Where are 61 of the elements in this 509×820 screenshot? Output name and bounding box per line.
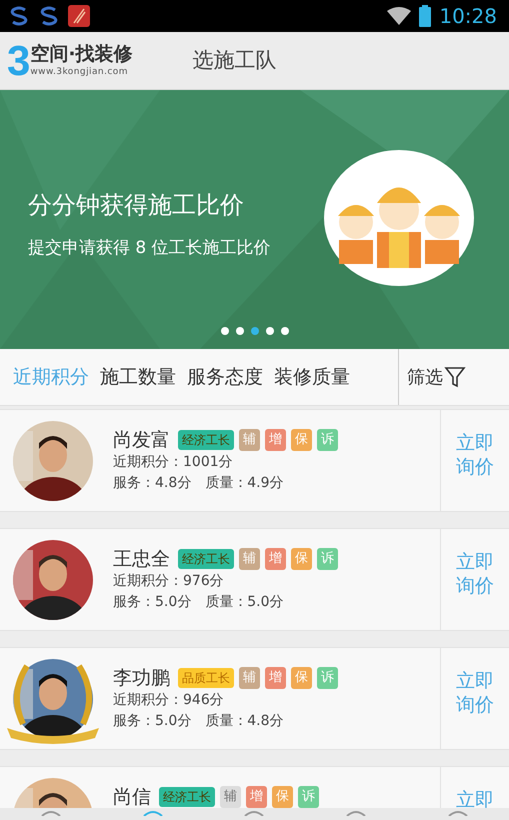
grade-badge: 品质工长 <box>178 668 234 688</box>
service-tag: 诉 <box>317 429 338 451</box>
service-tag: 增 <box>265 548 286 570</box>
service-tag: 增 <box>246 786 267 808</box>
clock-time: 10:28 <box>439 3 498 30</box>
service-tag: 诉 <box>317 548 338 570</box>
notification-icon <box>8 6 30 26</box>
service-tag: 辅 <box>220 786 241 808</box>
rating-text: 质量：5.0分 <box>205 593 284 612</box>
score-text: 近期积分：1001分 <box>113 453 234 472</box>
inquire-button[interactable]: 立即询价 <box>454 431 496 479</box>
foreman-name: 李功鹏 <box>113 667 170 689</box>
grade-badge: 经济工长 <box>178 430 234 450</box>
foreman-name: 尚信 <box>113 786 151 808</box>
grade-badge: 经济工长 <box>159 787 215 807</box>
nav-icon[interactable] <box>243 808 266 816</box>
service-tag: 增 <box>265 429 286 451</box>
rating-text: 服务：5.0分 <box>113 593 192 612</box>
banner-background[interactable]: 分分钟获得施工比价 提交申请获得 8 位工长施工比价 <box>0 90 509 349</box>
service-tag: 保 <box>291 548 312 570</box>
wifi-icon <box>387 7 412 25</box>
score-text: 近期积分：946分 <box>113 691 225 710</box>
service-tag: 诉 <box>298 786 319 808</box>
service-tag: 辅 <box>239 429 260 451</box>
service-tag: 辅 <box>239 548 260 570</box>
battery-icon <box>419 5 432 27</box>
service-tag: 保 <box>291 429 312 451</box>
logo-name: 空间·找装修 <box>30 43 133 67</box>
notification-icon <box>38 6 60 26</box>
banner-subline: 提交申请获得 8 位工长施工比价 <box>28 237 271 260</box>
page-title: 选施工队 <box>192 46 277 74</box>
inquire-button[interactable]: 立即询价 <box>454 669 496 717</box>
filter-icon <box>444 366 466 388</box>
sort-tab[interactable]: 施工数量 <box>100 362 176 392</box>
logo-mark: 3 <box>7 40 30 82</box>
nav-icon[interactable] <box>345 808 368 816</box>
foreman-name: 王忠全 <box>113 548 170 570</box>
grade-badge: 经济工长 <box>178 549 234 569</box>
sort-tab[interactable]: 近期积分 <box>13 362 89 392</box>
service-tag: 辅 <box>239 667 260 689</box>
inquire-button[interactable]: 立即 <box>454 788 496 812</box>
rating-text: 服务：4.8分 <box>113 474 192 493</box>
banner-headline: 分分钟获得施工比价 <box>28 190 245 221</box>
service-tag: 诉 <box>317 667 338 689</box>
foreman-name: 尚发富 <box>113 429 170 451</box>
sort-tab[interactable]: 服务态度 <box>187 362 263 392</box>
rating-text: 质量：4.9分 <box>205 474 284 493</box>
nav-icon[interactable] <box>447 808 470 816</box>
nav-icon[interactable] <box>40 808 62 816</box>
sort-tab[interactable]: 装修质量 <box>274 362 350 392</box>
nav-icon[interactable] <box>142 808 164 816</box>
inquire-button[interactable]: 立即询价 <box>454 550 496 598</box>
service-tag: 增 <box>265 667 286 689</box>
service-tag: 保 <box>272 786 293 808</box>
rating-text: 服务：5.0分 <box>113 712 192 731</box>
app-notification-icon <box>68 5 90 27</box>
service-tag: 保 <box>291 667 312 689</box>
rating-text: 质量：4.8分 <box>205 712 284 731</box>
score-text: 近期积分：976分 <box>113 572 225 591</box>
filter-button[interactable]: 筛选 <box>407 364 466 390</box>
logo-url: www.3kongjian.com <box>30 66 129 78</box>
